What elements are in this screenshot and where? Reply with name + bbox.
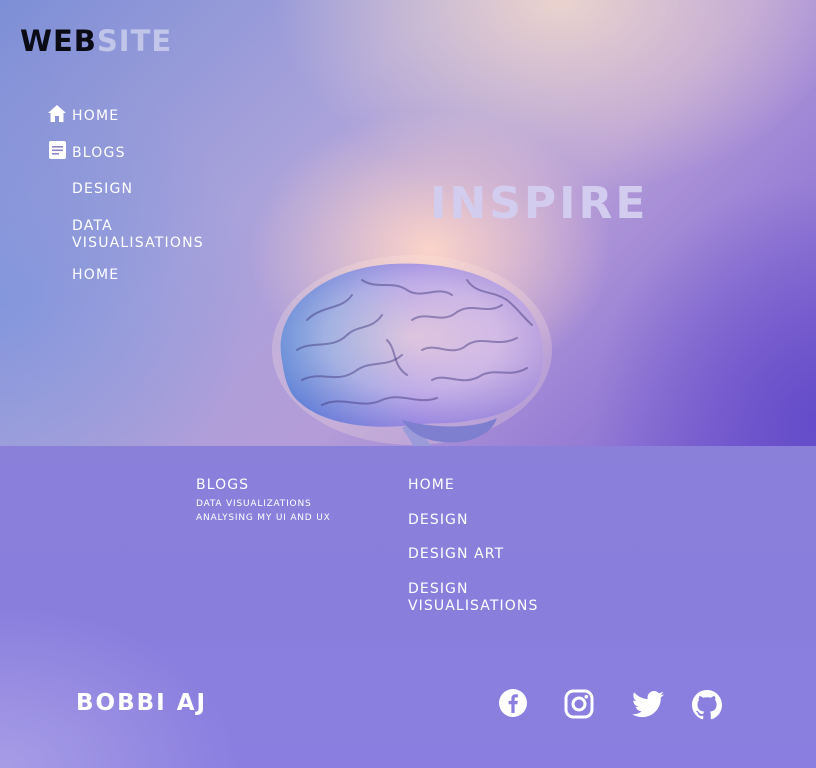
footer-blogs-heading[interactable]: BLOGS [196, 477, 249, 493]
footer-blogs-line[interactable]: DATA VISUALIZATIONS [196, 499, 312, 509]
logo-bold-text: WEB [20, 24, 97, 58]
sidebar-item-home[interactable]: HOME [72, 108, 119, 125]
instagram-icon[interactable] [564, 689, 594, 719]
footer-link-design-art[interactable]: DESIGN ART [408, 546, 504, 563]
footer-blogs-line[interactable]: ANALYSING MY UI AND UX [196, 513, 331, 523]
twitter-icon[interactable] [631, 690, 665, 720]
github-icon[interactable] [692, 690, 722, 720]
footer-link-home[interactable]: HOME [408, 477, 455, 494]
footer-link-design[interactable]: DESIGN [408, 512, 469, 529]
hero-headline: INSPIRE [430, 178, 649, 229]
sidebar-item-blogs[interactable]: BLOGS [72, 145, 126, 162]
sidebar-item-design[interactable]: DESIGN [72, 181, 133, 198]
site-logo[interactable]: WEBSITE [20, 24, 172, 58]
home-icon [48, 105, 66, 122]
facebook-icon[interactable] [498, 688, 528, 718]
footer-link-design-visualisations[interactable]: DESIGN VISUALISATIONS [408, 581, 578, 615]
brain-illustration [272, 255, 552, 446]
owner-name: BOBBI AJ [76, 690, 208, 716]
logo-light-text: SITE [96, 24, 173, 58]
sidebar-item-data-visualisations[interactable]: DATA VISUALISATIONS [72, 218, 242, 252]
sidebar-item-home-secondary[interactable]: HOME [72, 267, 119, 284]
document-icon [49, 141, 66, 159]
